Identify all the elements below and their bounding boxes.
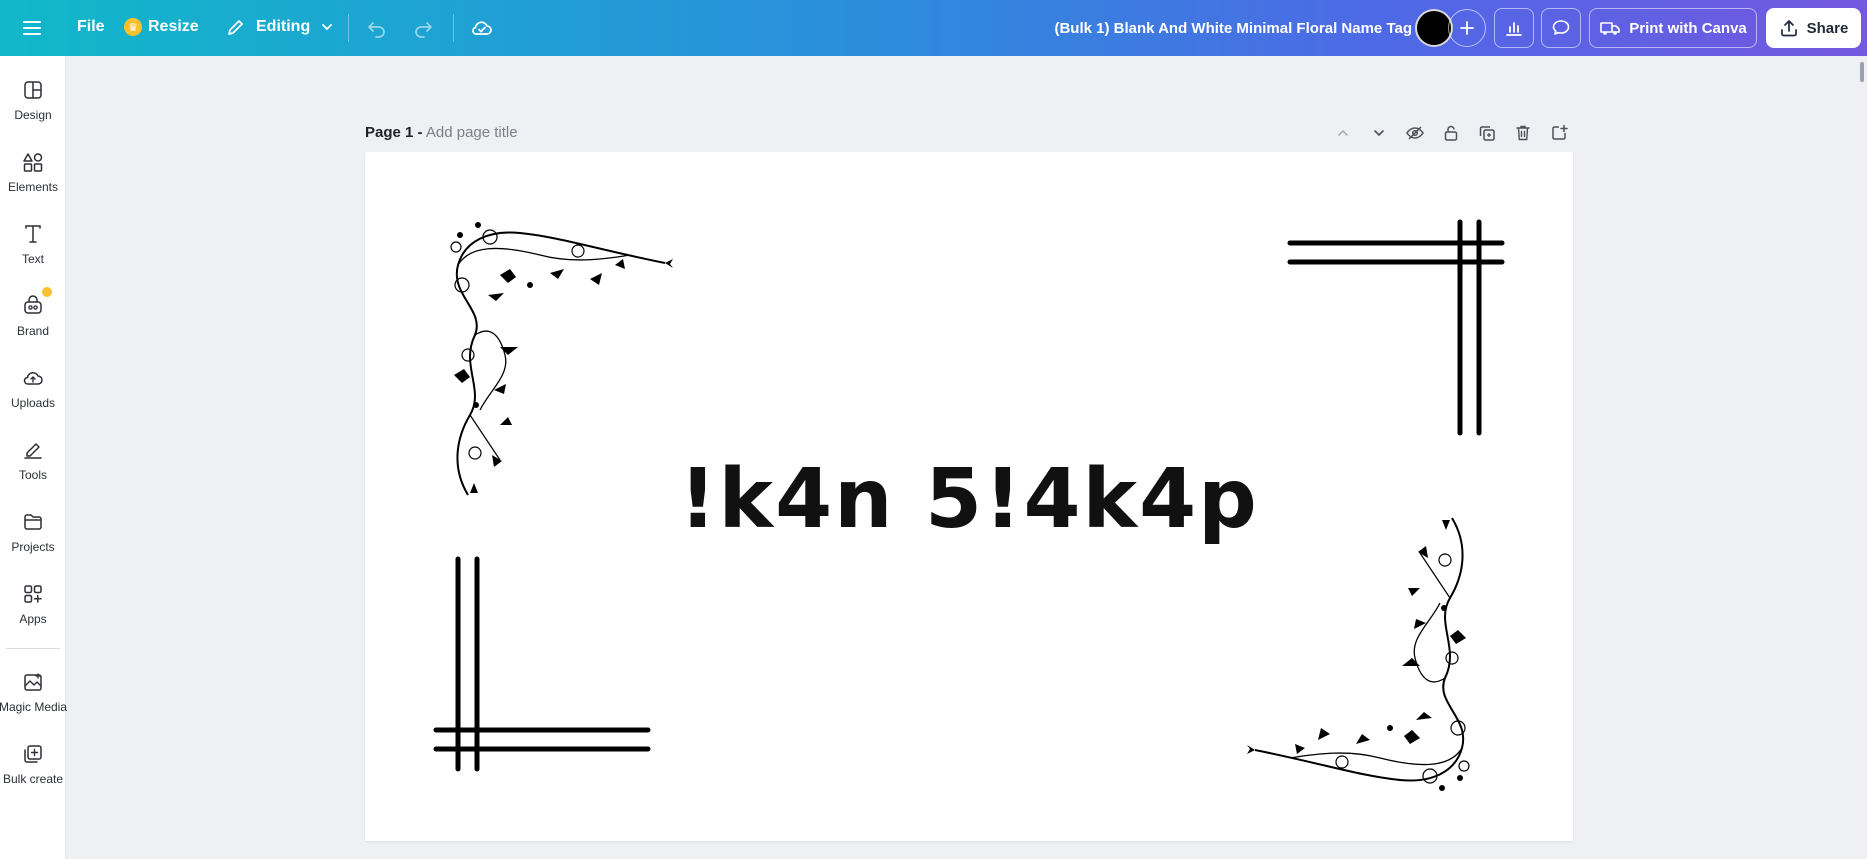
toolbar-divider xyxy=(453,14,454,42)
delete-page-icon[interactable] xyxy=(1512,122,1534,144)
shapes-icon xyxy=(21,150,45,174)
sidebar-item-projects[interactable]: Projects xyxy=(0,510,66,554)
undo-icon[interactable] xyxy=(366,17,388,39)
duplicate-page-icon[interactable] xyxy=(1476,122,1498,144)
sidebar-item-magic-media[interactable]: Magic Media xyxy=(0,670,68,714)
pencil-icon xyxy=(228,20,243,35)
corner-lines-bottom-left[interactable] xyxy=(432,555,654,775)
hamburger-icon[interactable] xyxy=(22,18,42,38)
file-menu-label: File xyxy=(77,18,105,35)
bar-chart-icon xyxy=(1506,22,1522,36)
sidebar-item-elements[interactable]: Elements xyxy=(0,150,66,194)
sidebar-item-tools[interactable]: Tools xyxy=(0,438,66,482)
sidebar-item-design[interactable]: Design xyxy=(0,78,66,122)
page-number-label: Page 1 - xyxy=(365,124,423,141)
chevron-down-icon xyxy=(322,24,333,31)
lock-page-icon[interactable] xyxy=(1440,122,1462,144)
sidebar-item-label: Uploads xyxy=(10,396,56,410)
sidebar-item-label: Magic Media xyxy=(0,700,68,714)
vertical-scrollbar[interactable] xyxy=(1860,62,1864,82)
redo-icon[interactable] xyxy=(412,17,434,39)
sidebar-item-label: Design xyxy=(14,108,52,122)
sidebar-item-label: Bulk create xyxy=(2,772,64,786)
share-label: Share xyxy=(1806,19,1849,37)
name-tag-text[interactable]: !k4n 5!4k4p xyxy=(365,452,1573,547)
editing-mode-dropdown[interactable]: Editing xyxy=(226,17,334,37)
sidebar-item-bulk-create[interactable]: Bulk create xyxy=(0,742,66,786)
sidebar-divider xyxy=(6,648,60,649)
crown-icon xyxy=(40,285,54,299)
editing-label: Editing xyxy=(256,18,311,35)
pen-tool-icon xyxy=(21,438,45,462)
sidebar-item-apps[interactable]: Apps xyxy=(0,582,66,626)
insights-button[interactable] xyxy=(1494,8,1534,48)
floral-corner-ornament-bottom-right[interactable] xyxy=(1245,508,1490,798)
sidebar-item-label: Brand xyxy=(16,324,50,338)
plus-icon xyxy=(1460,21,1474,35)
resize-label: Resize xyxy=(148,18,199,35)
comments-button[interactable] xyxy=(1541,8,1581,48)
cloud-upload-icon xyxy=(21,366,45,390)
folder-icon xyxy=(21,510,45,534)
sidebar-item-label: Elements xyxy=(7,180,59,194)
left-sidebar: Design Elements Text Brand Uploads Tools xyxy=(0,56,68,859)
cloud-check-icon[interactable] xyxy=(470,16,494,40)
corner-lines-top-right[interactable] xyxy=(1285,218,1505,438)
sidebar-item-uploads[interactable]: Uploads xyxy=(0,366,66,410)
apps-grid-icon xyxy=(21,582,45,606)
page-title-input[interactable]: Add page title xyxy=(426,124,518,141)
sidebar-item-text[interactable]: Text xyxy=(0,222,66,266)
print-label: Print with Canva xyxy=(1629,19,1747,37)
upload-icon xyxy=(1780,20,1797,37)
print-with-canva-button[interactable]: Print with Canva xyxy=(1589,8,1757,48)
file-menu-button[interactable]: File xyxy=(77,18,105,36)
crown-icon: ♛ xyxy=(124,18,142,36)
text-icon xyxy=(21,222,45,246)
sidebar-item-label: Apps xyxy=(19,612,47,626)
sidebar-item-label: Text xyxy=(21,252,44,266)
comment-icon xyxy=(1552,20,1570,35)
page-move-up-icon[interactable] xyxy=(1332,122,1354,144)
magic-media-icon xyxy=(21,670,45,694)
add-page-icon[interactable] xyxy=(1548,122,1570,144)
brand-icon xyxy=(21,285,54,318)
sidebar-item-label: Tools xyxy=(18,468,47,482)
resize-button[interactable]: ♛ Resize xyxy=(124,18,199,36)
sidebar-item-label: Projects xyxy=(11,540,55,554)
truck-icon xyxy=(1600,22,1621,35)
bulk-create-icon xyxy=(21,742,45,766)
layout-icon xyxy=(21,78,45,102)
page-move-down-icon[interactable] xyxy=(1368,122,1390,144)
share-button[interactable]: Share xyxy=(1766,8,1861,48)
document-title[interactable]: (Bulk 1) Blank And White Minimal Floral … xyxy=(1020,0,1412,56)
top-toolbar: File ♛ Resize Editing (Bulk 1) Blank And… xyxy=(0,0,1867,56)
hide-page-icon[interactable] xyxy=(1404,122,1426,144)
toolbar-divider xyxy=(348,14,349,42)
page-header: Page 1 - Add page title xyxy=(365,124,518,141)
sidebar-item-brand[interactable]: Brand xyxy=(0,285,66,338)
add-collaborator-button[interactable] xyxy=(1448,9,1486,47)
